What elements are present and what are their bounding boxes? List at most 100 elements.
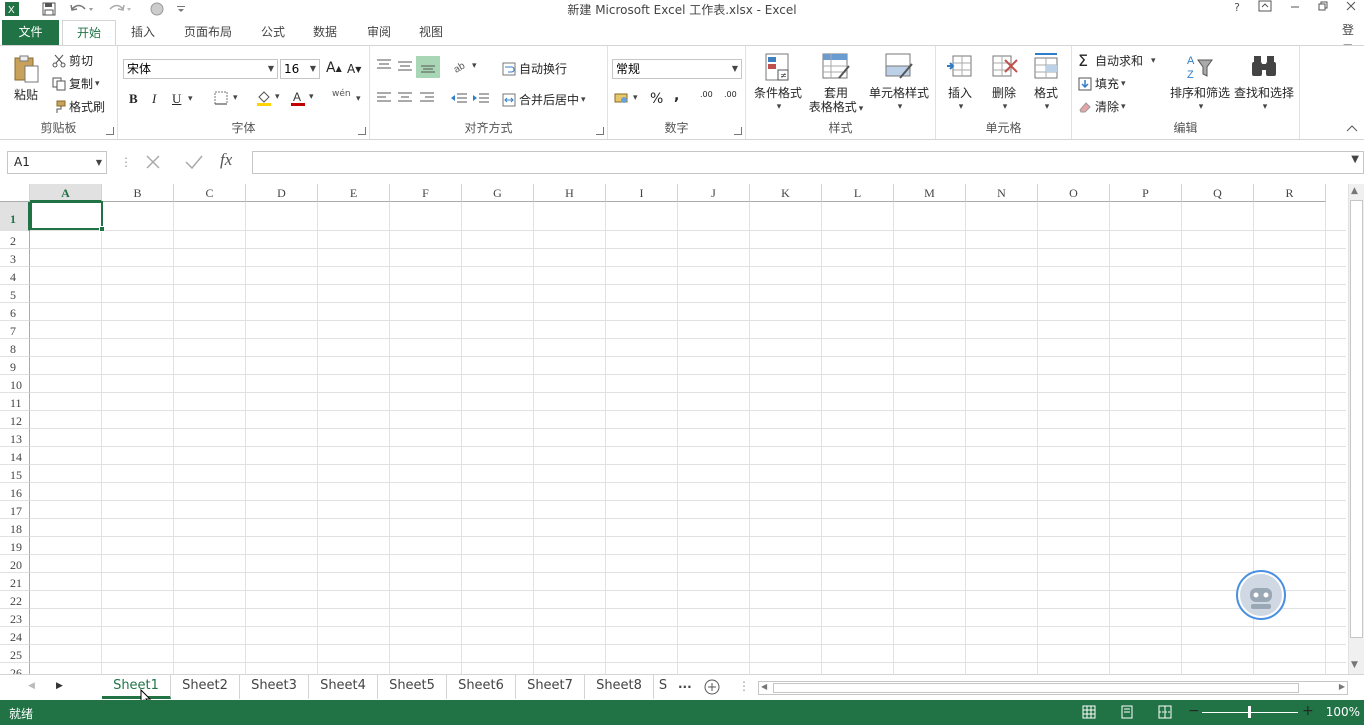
- grow-font-button[interactable]: A ▲: [326, 60, 342, 76]
- row-header[interactable]: 7: [0, 321, 30, 339]
- minimize-icon[interactable]: [1284, 0, 1306, 18]
- decrease-indent-icon[interactable]: [450, 91, 468, 105]
- insert-cells-button[interactable]: 插入 ▾: [940, 52, 980, 114]
- paste-button[interactable]: 粘贴: [8, 54, 44, 102]
- cell-styles-button[interactable]: 单元格样式 ▾: [866, 52, 932, 114]
- scroll-up-icon[interactable]: ▲: [1351, 186, 1358, 196]
- increase-indent-icon[interactable]: [472, 91, 490, 105]
- row-header[interactable]: 23: [0, 609, 30, 627]
- column-header[interactable]: O: [1038, 184, 1110, 202]
- restore-icon[interactable]: [1312, 0, 1334, 18]
- row-header[interactable]: 22: [0, 591, 30, 609]
- underline-dropdown-icon[interactable]: ▾: [186, 94, 193, 104]
- italic-button[interactable]: I: [152, 91, 156, 107]
- row-header[interactable]: 13: [0, 429, 30, 447]
- fill-color-button[interactable]: ▾: [256, 90, 280, 106]
- number-launcher-icon[interactable]: [734, 127, 742, 135]
- bottom-align-icon[interactable]: [416, 56, 440, 78]
- orientation-icon[interactable]: ab ▾: [452, 58, 477, 74]
- zoom-slider-thumb[interactable]: [1248, 706, 1251, 718]
- row-header[interactable]: 1: [0, 202, 30, 231]
- row-header[interactable]: 26: [0, 663, 30, 674]
- align-left-icon[interactable]: [376, 91, 392, 105]
- scroll-tabs-right-icon[interactable]: ▶: [56, 681, 63, 691]
- tab-review[interactable]: 审阅: [356, 20, 402, 45]
- scroll-right-icon[interactable]: ▶: [1339, 682, 1345, 691]
- align-right-icon[interactable]: [419, 91, 435, 105]
- zoom-out-icon[interactable]: −: [1188, 703, 1200, 719]
- column-header[interactable]: F: [390, 184, 462, 202]
- sort-filter-button[interactable]: AZ 排序和筛选 ▾: [1168, 52, 1232, 114]
- collapse-ribbon-icon[interactable]: [1346, 124, 1358, 132]
- column-header[interactable]: J: [678, 184, 750, 202]
- name-box[interactable]: A1 ▼: [7, 151, 107, 174]
- tab-file[interactable]: 文件: [2, 20, 59, 45]
- cut-button[interactable]: 剪切: [52, 52, 93, 69]
- delete-cells-button[interactable]: 删除 ▾: [984, 52, 1024, 114]
- sheet-tab[interactable]: Sheet1: [102, 675, 171, 699]
- help-button[interactable]: ?: [1226, 0, 1248, 18]
- format-painter-button[interactable]: 格式刷: [52, 98, 105, 115]
- row-header[interactable]: 6: [0, 303, 30, 321]
- formula-input[interactable]: ▼: [252, 151, 1364, 174]
- new-sheet-icon[interactable]: [704, 679, 720, 695]
- zoom-level[interactable]: 100%: [1326, 705, 1360, 719]
- page-break-view-icon[interactable]: [1158, 705, 1172, 719]
- close-icon[interactable]: [1340, 0, 1362, 18]
- sheet-tab[interactable]: Sheet6: [447, 675, 516, 699]
- column-header[interactable]: K: [750, 184, 822, 202]
- horizontal-scroll-thumb[interactable]: [773, 683, 1299, 693]
- column-header[interactable]: M: [894, 184, 966, 202]
- borders-button[interactable]: ▾: [214, 91, 238, 105]
- tab-formulas[interactable]: 公式: [250, 20, 296, 45]
- column-header[interactable]: A: [30, 184, 102, 202]
- tab-insert[interactable]: 插入: [120, 20, 166, 45]
- underline-button[interactable]: U: [172, 91, 181, 107]
- assistant-bubble-icon[interactable]: [1236, 570, 1286, 620]
- vertical-scrollbar[interactable]: ▲ ▼: [1348, 184, 1364, 674]
- column-header[interactable]: C: [174, 184, 246, 202]
- tab-data[interactable]: 数据: [302, 20, 348, 45]
- row-header[interactable]: 19: [0, 537, 30, 555]
- sheet-tab[interactable]: Sheet2: [171, 675, 240, 699]
- tab-home[interactable]: 开始: [62, 20, 116, 46]
- row-header[interactable]: 3: [0, 249, 30, 267]
- align-center-icon[interactable]: [397, 91, 413, 105]
- font-size-select[interactable]: 16 ▼: [280, 59, 320, 79]
- merge-center-button[interactable]: 合并后居中 ▾: [502, 91, 586, 108]
- row-header[interactable]: 21: [0, 573, 30, 591]
- top-align-icon[interactable]: [376, 58, 392, 72]
- comma-style-button[interactable]: ,: [674, 88, 679, 104]
- middle-align-icon[interactable]: [397, 58, 413, 72]
- row-header[interactable]: 16: [0, 483, 30, 501]
- shrink-font-button[interactable]: A ▼: [347, 62, 361, 76]
- alignment-launcher-icon[interactable]: [596, 127, 604, 135]
- copy-button[interactable]: 复制 ▾: [52, 75, 100, 92]
- column-header[interactable]: G: [462, 184, 534, 202]
- sheet-tab[interactable]: Sheet8: [585, 675, 654, 699]
- fill-button[interactable]: 填充 ▾: [1078, 75, 1126, 92]
- row-header[interactable]: 9: [0, 357, 30, 375]
- phonetic-dropdown-icon[interactable]: ▾: [354, 94, 361, 104]
- row-header[interactable]: 17: [0, 501, 30, 519]
- scroll-left-icon[interactable]: ◀: [761, 682, 767, 691]
- select-all-corner[interactable]: [0, 184, 30, 202]
- percent-style-button[interactable]: %: [650, 91, 663, 107]
- wrap-text-button[interactable]: 自动换行: [502, 60, 567, 77]
- horizontal-scrollbar[interactable]: ◀ ▶: [758, 681, 1348, 695]
- sheet-tab[interactable]: Sheet7: [516, 675, 585, 699]
- tab-view[interactable]: 视图: [408, 20, 454, 45]
- more-sheets-icon[interactable]: ...: [678, 677, 692, 691]
- column-header[interactable]: L: [822, 184, 894, 202]
- find-select-button[interactable]: 查找和选择 ▾: [1232, 52, 1296, 114]
- sheet-tab[interactable]: Sheet3: [240, 675, 309, 699]
- format-as-table-button[interactable]: 套用 表格格式 ▾: [806, 52, 866, 116]
- increase-decimal-button[interactable]: .00: [700, 91, 713, 99]
- normal-view-icon[interactable]: [1082, 705, 1096, 719]
- row-header[interactable]: 10: [0, 375, 30, 393]
- conditional-formatting-button[interactable]: ≠ 条件格式 ▾: [750, 52, 806, 114]
- row-header[interactable]: 4: [0, 267, 30, 285]
- column-header[interactable]: H: [534, 184, 606, 202]
- row-header[interactable]: 18: [0, 519, 30, 537]
- font-family-select[interactable]: 宋体 ▼: [123, 59, 278, 79]
